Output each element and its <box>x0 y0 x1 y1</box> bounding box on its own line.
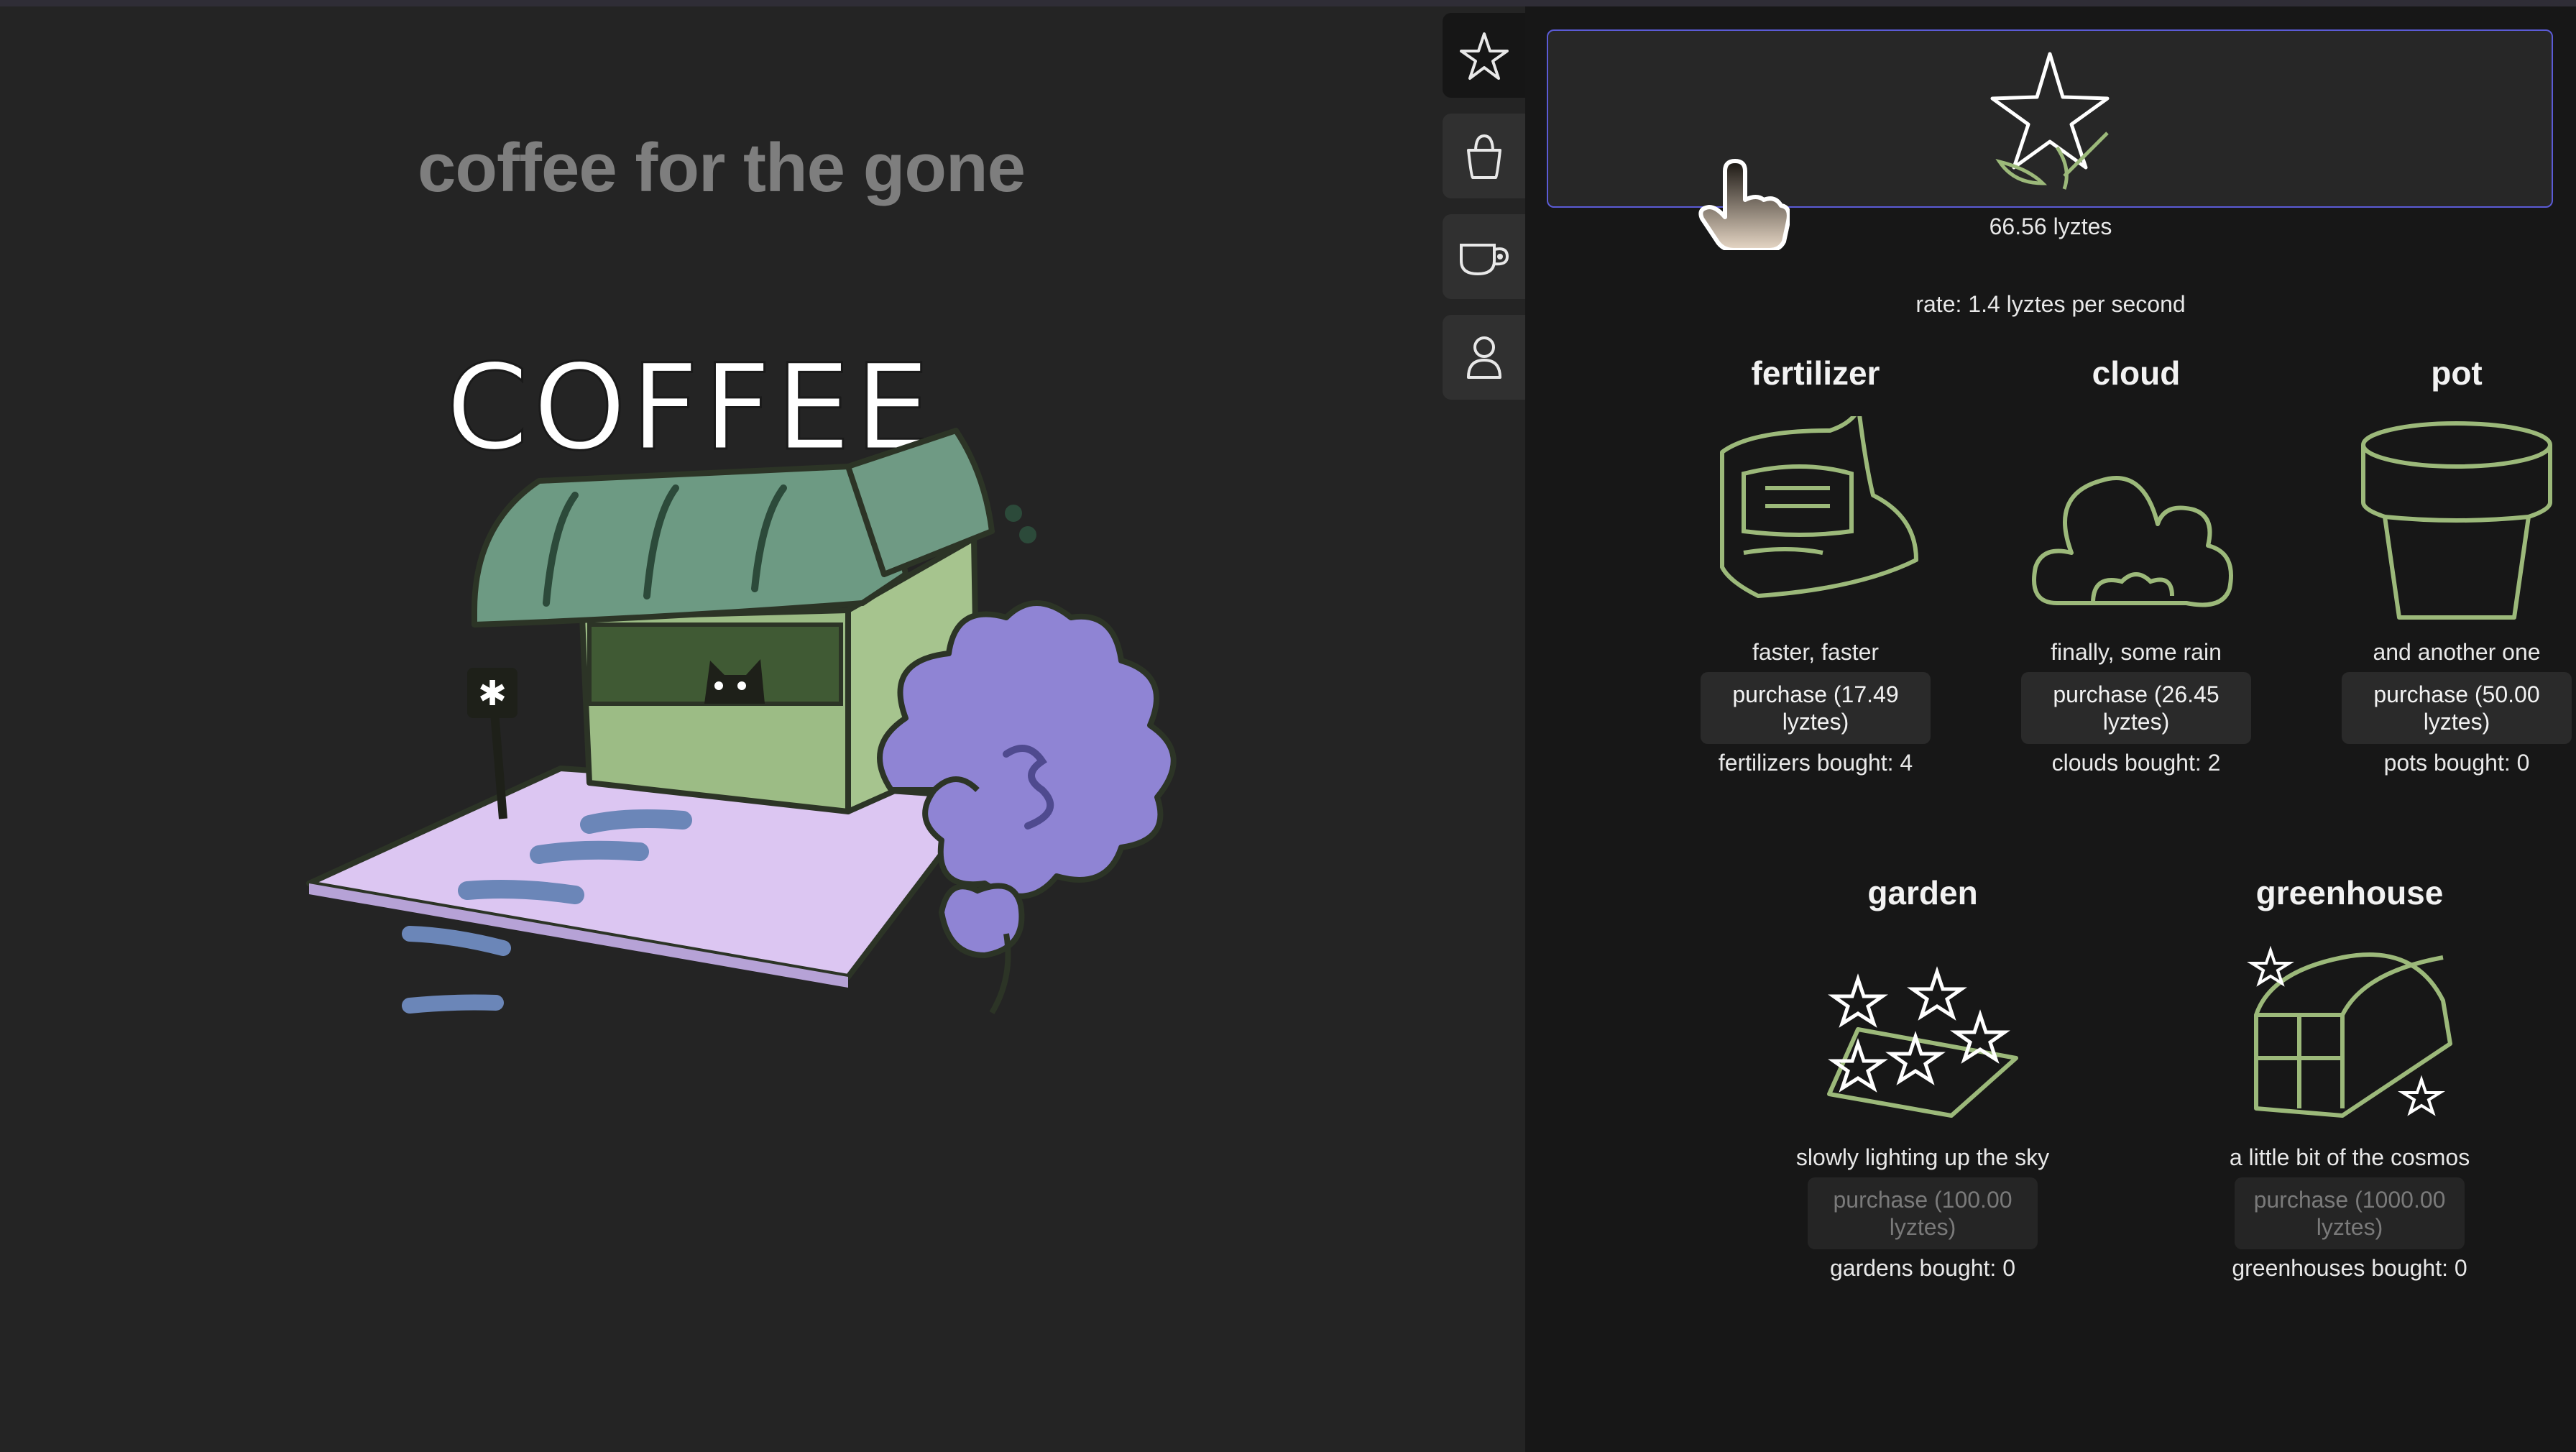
window-top-bar <box>0 0 2576 6</box>
item-title: fertilizer <box>1751 354 1880 392</box>
shop-sign-text: COFFEE <box>446 339 934 477</box>
nav-coffee-button[interactable] <box>1443 214 1525 299</box>
item-title: greenhouse <box>2255 874 2444 911</box>
person-icon <box>1466 336 1501 379</box>
item-description: a little bit of the cosmos <box>2229 1144 2470 1170</box>
star-flower-icon <box>1990 52 2110 190</box>
purchase-fertilizer-button[interactable]: purchase (17.49 lyztes) <box>1701 672 1931 744</box>
nav-profile-button[interactable] <box>1443 315 1525 400</box>
item-bought-count: fertilizers bought: 4 <box>1718 750 1913 776</box>
item-fertilizer: fertilizer faster, faster purchase (17.4… <box>1686 351 1945 780</box>
purchase-pot-button[interactable]: purchase (50.00 lyztes) <box>2342 672 2572 744</box>
item-greenhouse: greenhouse a little bit of the cosmos pu… <box>2220 871 2479 1285</box>
game-title: coffee for the gone <box>417 129 1026 206</box>
purchase-garden-button[interactable]: purchase (100.00 lyztes) <box>1808 1177 2038 1249</box>
rate-display: rate: 1.4 lyztes per second <box>1915 291 2186 317</box>
item-description: finally, some rain <box>2051 639 2222 665</box>
star-icon <box>1459 32 1509 80</box>
item-bought-count: pots bought: 0 <box>2383 750 2530 776</box>
svg-text:✱: ✱ <box>478 674 507 714</box>
cloud-icon <box>2032 476 2233 607</box>
purchase-cloud-button[interactable]: purchase (26.45 lyztes) <box>2021 672 2251 744</box>
fertilizer-bag-icon <box>1720 416 1918 598</box>
item-bought-count: gardens bought: 0 <box>1830 1255 2015 1281</box>
nav-star-button[interactable] <box>1443 13 1525 98</box>
item-description: slowly lighting up the sky <box>1795 1144 2050 1170</box>
side-nav <box>1443 13 1525 415</box>
item-title: pot <box>2431 354 2483 392</box>
item-pot: pot and another one purchase (50.00 lyzt… <box>2327 351 2576 780</box>
item-title: cloud <box>2092 354 2181 392</box>
balance-display: 66.56 lyztes <box>1989 213 2112 239</box>
game-scene: coffee for the gone COFFEE ✱ <box>0 6 1443 1452</box>
item-cloud: cloud finally, some rain purchase (26.45… <box>2007 351 2266 780</box>
bag-icon <box>1466 134 1501 179</box>
pot-icon <box>2361 421 2552 620</box>
shop-panel: 66.56 lyztes rate: 1.4 lyztes per second… <box>1525 6 2576 1452</box>
greenhouse-icon <box>2247 945 2452 1118</box>
item-description: and another one <box>2373 639 2541 665</box>
nav-bag-button[interactable] <box>1443 114 1525 198</box>
garden-icon <box>1827 966 2018 1118</box>
purchase-greenhouse-button[interactable]: purchase (1000.00 lyztes) <box>2235 1177 2465 1249</box>
coffee-cup-icon <box>1459 244 1509 276</box>
item-description: faster, faster <box>1752 639 1880 665</box>
hand-cursor-icon <box>1698 159 1790 250</box>
coffee-shop-illustration: COFFEE ✱ <box>306 338 1177 1015</box>
item-bought-count: clouds bought: 2 <box>2051 750 2221 776</box>
item-bought-count: greenhouses bought: 0 <box>2232 1255 2467 1281</box>
item-garden: garden slowly lighting up the sky purcha… <box>1793 871 2052 1285</box>
item-title: garden <box>1867 874 1978 911</box>
